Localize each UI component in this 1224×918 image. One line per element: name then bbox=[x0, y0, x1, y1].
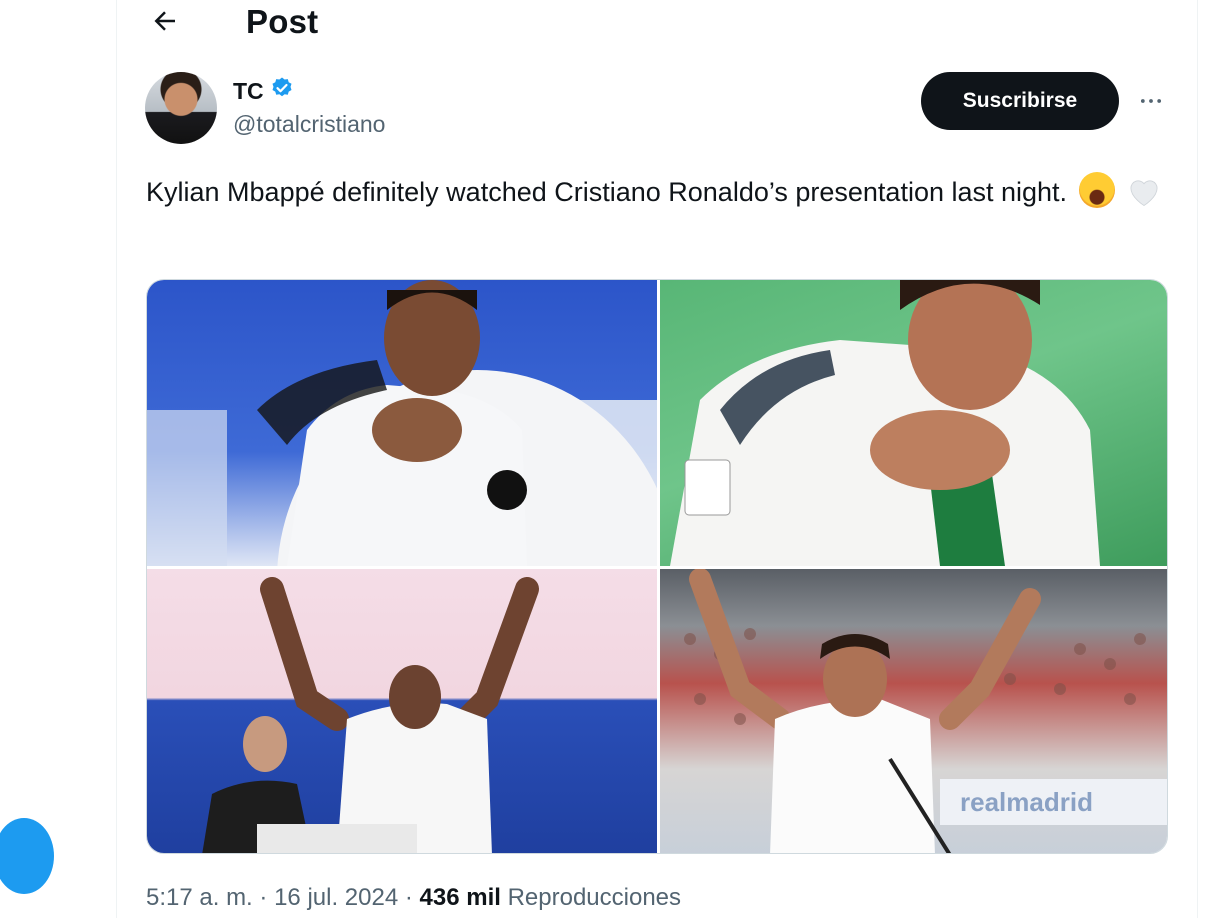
laughing-emoji-icon bbox=[1078, 172, 1115, 208]
author-name[interactable]: TC bbox=[233, 78, 264, 105]
views-label: Reproducciones bbox=[507, 884, 682, 911]
meta-separator: · bbox=[259, 884, 268, 911]
author-handle[interactable]: @totalcristiano bbox=[233, 111, 385, 138]
tweet-time[interactable]: 5:17 a. m. bbox=[146, 884, 253, 911]
realmadrid-sign: realmadrid bbox=[960, 787, 1093, 817]
meta-separator-2: · bbox=[404, 884, 413, 911]
white-heart-icon bbox=[1130, 180, 1158, 207]
subscribe-button[interactable]: Suscribirse bbox=[921, 72, 1119, 130]
tweet-meta: 5:17 a. m. · 16 jul. 2024 · 436 mil Repr… bbox=[146, 884, 681, 912]
compose-fab-button[interactable] bbox=[0, 818, 54, 894]
tweet-text: Kylian Mbappé definitely watched Cristia… bbox=[146, 177, 1068, 207]
tweet-text-container: Kylian Mbappé definitely watched Cristia… bbox=[146, 170, 1176, 214]
avatar[interactable] bbox=[145, 72, 217, 144]
tweet-date[interactable]: 16 jul. 2024 bbox=[274, 884, 398, 911]
back-arrow-icon[interactable] bbox=[148, 4, 182, 38]
photo-mbappe-arms[interactable] bbox=[147, 569, 657, 853]
page-title: Post bbox=[246, 3, 319, 40]
more-options-icon[interactable] bbox=[1136, 86, 1166, 116]
author-name-row[interactable]: TC bbox=[233, 76, 294, 106]
photo-mbappe-kiss[interactable] bbox=[147, 280, 657, 566]
photo-ronaldo-arms[interactable]: realmadrid bbox=[660, 569, 1167, 853]
views-count: 436 mil bbox=[419, 884, 501, 911]
media-grid[interactable]: realmadrid bbox=[146, 279, 1168, 854]
photo-ronaldo-kiss[interactable] bbox=[660, 280, 1167, 566]
verified-badge-icon bbox=[270, 76, 294, 106]
